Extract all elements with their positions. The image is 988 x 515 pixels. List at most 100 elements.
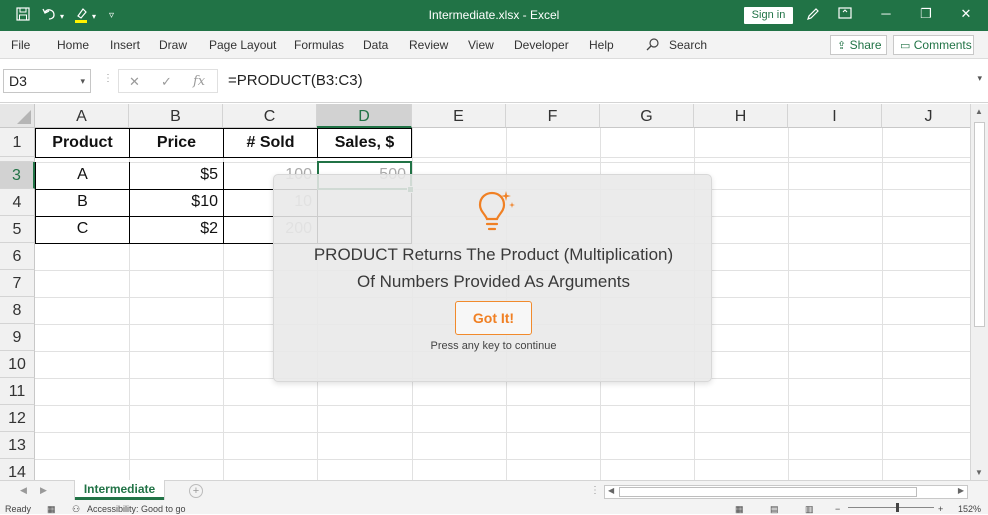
row-header-10[interactable]: 10 [0,351,35,378]
column-header-j[interactable]: J [882,104,970,128]
menu-draw[interactable]: Draw [159,38,187,52]
menu-insert[interactable]: Insert [110,38,140,52]
horizontal-scroll-thumb[interactable] [619,487,917,497]
formula-input[interactable]: =PRODUCT(B3:C3) [222,69,984,93]
row-header-14[interactable]: 14 [0,459,35,480]
accessibility-status[interactable]: Accessibility: Good to go [87,504,186,514]
vertical-scrollbar[interactable]: ▲ ▼ [970,104,988,480]
column-header-c[interactable]: C [223,104,317,128]
cell-a3[interactable]: A [35,162,130,190]
add-sheet-icon[interactable]: + [189,484,203,498]
column-header-g[interactable]: G [600,104,694,128]
zoom-slider[interactable] [848,507,934,508]
zoom-level[interactable]: 152% [958,504,981,514]
row-header-5[interactable]: 5 [0,216,35,243]
page-break-view-icon[interactable]: ▥ [805,504,814,515]
cell-a4[interactable]: B [35,189,130,217]
row-header-9[interactable]: 9 [0,324,35,351]
got-it-button[interactable]: Got It! [455,301,532,335]
restore-button[interactable]: ❐ [916,6,936,22]
scroll-down-icon[interactable]: ▼ [975,468,983,477]
tip-text-line1: PRODUCT Returns The Product (Multiplicat… [313,245,674,264]
cell-b4[interactable]: $10 [129,189,224,217]
cell-b3[interactable]: $5 [129,162,224,190]
scroll-right-icon[interactable]: ▶ [958,486,964,495]
column-header-h[interactable]: H [694,104,788,128]
menu-home[interactable]: Home [57,38,89,52]
cell-c1[interactable]: # Sold [223,128,318,158]
column-header-a[interactable]: A [35,104,129,128]
previous-sheet-icon[interactable]: ◀ [20,485,27,496]
sign-in-button[interactable]: Sign in [744,7,793,24]
select-all-corner[interactable] [0,104,35,128]
horizontal-scrollbar[interactable]: ◀ ▶ [604,485,968,499]
status-ready: Ready [5,504,32,514]
cell-b5[interactable]: $2 [129,216,224,244]
page-layout-view-icon[interactable]: ▤ [770,504,779,515]
sheet-tab-intermediate[interactable]: Intermediate [75,480,164,500]
pen-icon[interactable] [806,7,820,25]
row-header-4[interactable]: 4 [0,189,35,216]
chevron-down-icon[interactable]: ▾ [80,70,85,92]
expand-formula-bar-icon[interactable]: ▾ [977,73,982,84]
comments-button[interactable]: ▭ Comments [893,35,974,55]
tab-splitter-icon[interactable]: ⋮ [590,485,600,496]
row-header-7[interactable]: 7 [0,270,35,297]
share-label: Share [849,38,882,52]
menu-file[interactable]: File [11,38,30,52]
column-header-f[interactable]: F [506,104,600,128]
row-header-6[interactable]: 6 [0,243,35,270]
cancel-icon[interactable]: ✕ [129,74,140,90]
normal-view-icon[interactable]: ▦ [735,504,744,515]
menu-help[interactable]: Help [589,38,614,52]
menu-developer[interactable]: Developer [514,38,569,52]
macro-record-icon[interactable]: ▦ [47,504,56,515]
next-sheet-icon[interactable]: ▶ [40,485,47,496]
zoom-out-icon[interactable]: − [835,504,840,514]
row-header-8[interactable]: 8 [0,297,35,324]
column-header-d[interactable]: D [317,104,412,128]
name-box-value: D3 [9,73,27,89]
row-header-13[interactable]: 13 [0,432,35,459]
zoom-slider-thumb[interactable] [896,503,899,512]
status-bar: Ready ▦ ⚇ Accessibility: Good to go ▦ ▤ … [0,501,988,514]
close-button[interactable]: ✕ [956,6,976,22]
menu-bar: File Home Insert Draw Page Layout Formul… [0,31,988,59]
comments-label: Comments [913,38,972,52]
cell-a1[interactable]: Product [35,128,130,158]
row-header-11[interactable]: 11 [0,378,35,405]
cell-b1[interactable]: Price [129,128,224,158]
zoom-in-icon[interactable]: + [938,504,943,514]
column-header-e[interactable]: E [412,104,506,128]
scroll-left-icon[interactable]: ◀ [608,486,614,495]
menu-page-layout[interactable]: Page Layout [209,38,276,52]
insert-function-icon[interactable]: fx [193,74,205,89]
column-header-b[interactable]: B [129,104,223,128]
accessibility-icon[interactable]: ⚇ [72,504,80,515]
share-icon: ⇪ [837,40,847,52]
scroll-up-icon[interactable]: ▲ [975,107,983,116]
row-header-12[interactable]: 12 [0,405,35,432]
menu-review[interactable]: Review [409,38,448,52]
enter-icon[interactable]: ✓ [161,74,172,90]
formula-bar-grip-icon[interactable]: ⋮ [103,73,113,84]
name-box[interactable]: D3 ▾ [3,69,91,93]
vertical-scroll-thumb[interactable] [974,122,985,327]
lightbulb-icon [478,191,515,231]
search-label[interactable]: Search [669,38,707,52]
column-header-i[interactable]: I [788,104,882,128]
cell-d1[interactable]: Sales, $ [317,128,412,158]
search-icon[interactable] [646,37,660,51]
cell-a5[interactable]: C [35,216,130,244]
menu-view[interactable]: View [468,38,494,52]
row-header-3[interactable]: 3 [0,162,35,189]
sheet-tab-bar: ◀ ▶ Intermediate + ⋮ ◀ ▶ [0,480,988,501]
row-header-1[interactable]: 1 [0,128,35,157]
tip-overlay: PRODUCT Returns The Product (Multiplicat… [273,174,712,382]
minimize-button[interactable]: ─ [876,6,896,21]
share-button[interactable]: ⇪ Share [830,35,887,55]
ribbon-display-icon[interactable] [838,7,852,23]
menu-formulas[interactable]: Formulas [294,38,344,52]
formula-bar: D3 ▾ ⋮ ✕ ✓ fx =PRODUCT(B3:C3) ▾ [0,59,988,103]
menu-data[interactable]: Data [363,38,388,52]
